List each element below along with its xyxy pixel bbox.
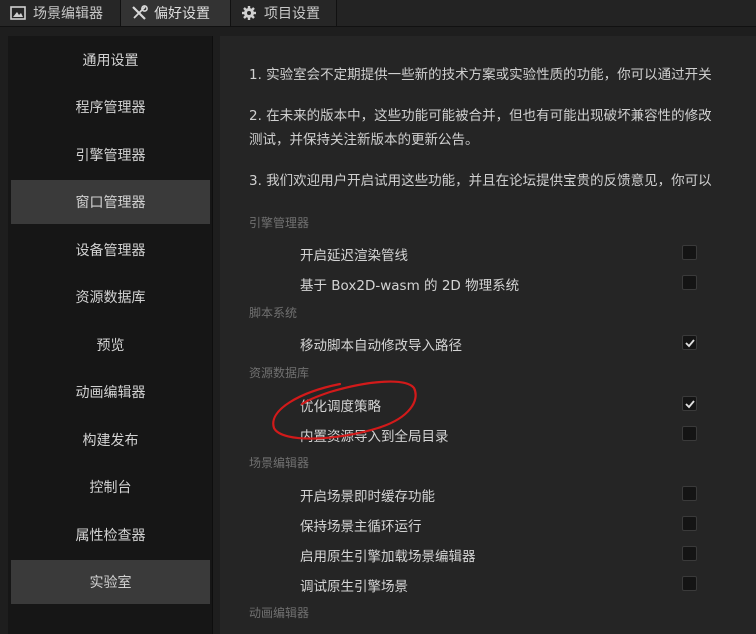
section-title-script: 脚本系统 bbox=[249, 306, 298, 320]
checkmark-icon bbox=[685, 339, 695, 348]
sidebar-item-label: 设备管理器 bbox=[75, 243, 146, 259]
option-checkbox[interactable] bbox=[682, 486, 697, 501]
sidebar-item-inspector[interactable]: 属性检查器 bbox=[11, 513, 210, 557]
option-label: 保持场景主循环运行 bbox=[300, 519, 422, 535]
section-title-animation: 动画编辑器 bbox=[249, 606, 310, 620]
tab-label: 项目设置 bbox=[264, 6, 320, 22]
sidebar-item-label: 通用设置 bbox=[82, 53, 139, 69]
option-label: 基于 Box2D-wasm 的 2D 物理系统 bbox=[300, 278, 520, 294]
intro-paragraph-1: 1. 实验室会不定期提供一些新的技术方案或实验性质的功能，你可以通过开关 bbox=[249, 67, 712, 83]
tab-bar: 场景编辑器 偏好设置 项目设置 bbox=[0, 0, 756, 27]
sidebar-item-label: 控制台 bbox=[89, 480, 132, 496]
gear-icon bbox=[241, 5, 257, 21]
option-checkbox[interactable] bbox=[682, 245, 697, 260]
preferences-sidebar: 通用设置 程序管理器 引擎管理器 窗口管理器 设备管理器 资源数据库 预览 动画… bbox=[8, 36, 213, 634]
checkmark-icon bbox=[685, 400, 695, 409]
option-label: 移动脚本自动修改导入路径 bbox=[300, 338, 462, 354]
sidebar-item-asset-db[interactable]: 资源数据库 bbox=[11, 275, 210, 319]
option-label: 内置资源导入到全局目录 bbox=[300, 429, 449, 445]
intro-paragraph-2-cont: 测试，并保持关注新版本的更新公告。 bbox=[249, 132, 479, 148]
section-title-scene-editor: 场景编辑器 bbox=[249, 456, 310, 470]
sidebar-item-build[interactable]: 构建发布 bbox=[11, 418, 210, 462]
sidebar-item-label: 预览 bbox=[96, 338, 125, 354]
option-checkbox[interactable] bbox=[682, 426, 697, 441]
sidebar-item-label: 窗口管理器 bbox=[75, 195, 146, 211]
option-checkbox[interactable] bbox=[682, 576, 697, 591]
sidebar-item-label: 资源数据库 bbox=[75, 290, 146, 306]
tab-label: 偏好设置 bbox=[154, 6, 210, 22]
sidebar-item-label: 程序管理器 bbox=[75, 100, 146, 116]
sidebar-item-animation-editor[interactable]: 动画编辑器 bbox=[11, 370, 210, 414]
scene-image-icon bbox=[10, 5, 26, 21]
sidebar-item-program-manager[interactable]: 程序管理器 bbox=[11, 85, 210, 129]
laboratory-panel: 1. 实验室会不定期提供一些新的技术方案或实验性质的功能，你可以通过开关 2. … bbox=[220, 36, 756, 634]
option-label: 开启延迟渲染管线 bbox=[300, 248, 408, 264]
tab-scene-editor[interactable]: 场景编辑器 bbox=[0, 0, 121, 26]
tab-label: 场景编辑器 bbox=[33, 6, 103, 22]
option-checkbox[interactable] bbox=[682, 335, 697, 350]
sidebar-item-general[interactable]: 通用设置 bbox=[11, 38, 210, 82]
option-checkbox[interactable] bbox=[682, 516, 697, 531]
sidebar-item-label: 属性检查器 bbox=[75, 528, 146, 544]
section-title-engine: 引擎管理器 bbox=[249, 216, 310, 230]
tools-icon bbox=[131, 5, 148, 21]
tab-preferences[interactable]: 偏好设置 bbox=[121, 0, 231, 26]
intro-paragraph-2: 2. 在未来的版本中，这些功能可能被合并，但也有可能出现破坏兼容性的修改 bbox=[249, 108, 712, 124]
option-checkbox[interactable] bbox=[682, 275, 697, 290]
section-title-asset-db: 资源数据库 bbox=[249, 366, 310, 380]
option-label: 调试原生引擎场景 bbox=[300, 579, 408, 595]
sidebar-item-device-manager[interactable]: 设备管理器 bbox=[11, 228, 210, 272]
intro-paragraph-3: 3. 我们欢迎用户开启试用这些功能，并且在论坛提供宝贵的反馈意见，你可以 bbox=[249, 173, 712, 189]
sidebar-item-window-manager[interactable]: 窗口管理器 bbox=[11, 180, 210, 224]
option-checkbox[interactable] bbox=[682, 396, 697, 411]
sidebar-item-console[interactable]: 控制台 bbox=[11, 465, 210, 509]
sidebar-item-laboratory[interactable]: 实验室 bbox=[11, 560, 210, 604]
sidebar-item-label: 动画编辑器 bbox=[75, 385, 146, 401]
tab-project-settings[interactable]: 项目设置 bbox=[231, 0, 337, 26]
sidebar-item-label: 引擎管理器 bbox=[75, 148, 146, 164]
sidebar-item-preview[interactable]: 预览 bbox=[11, 323, 210, 367]
sidebar-item-label: 构建发布 bbox=[82, 433, 139, 449]
sidebar-item-engine-manager[interactable]: 引擎管理器 bbox=[11, 133, 210, 177]
sidebar-item-label: 实验室 bbox=[89, 575, 132, 591]
option-label: 开启场景即时缓存功能 bbox=[300, 489, 435, 505]
option-label: 启用原生引擎加载场景编辑器 bbox=[300, 549, 476, 565]
option-checkbox[interactable] bbox=[682, 546, 697, 561]
option-label: 优化调度策略 bbox=[300, 399, 381, 415]
